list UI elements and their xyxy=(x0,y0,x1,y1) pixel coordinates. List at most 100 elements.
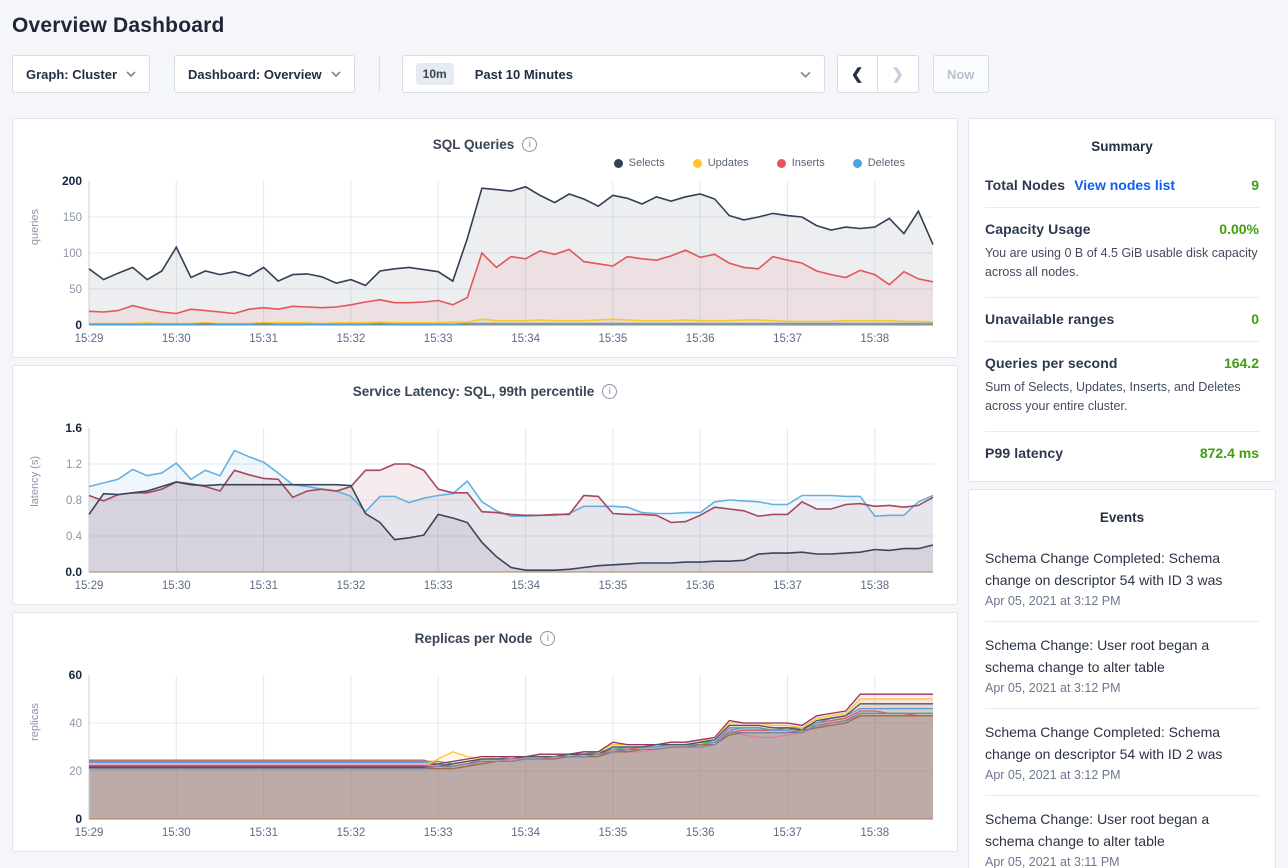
svg-text:15:29: 15:29 xyxy=(75,580,104,592)
now-button[interactable]: Now xyxy=(933,55,989,93)
chart-title: SQL Queries xyxy=(433,137,515,152)
chart-card-service-latency: Service Latency: SQL, 99th percentile i … xyxy=(12,365,958,605)
svg-text:0.0: 0.0 xyxy=(65,565,82,579)
svg-text:15:36: 15:36 xyxy=(686,827,715,839)
svg-text:60: 60 xyxy=(69,668,83,682)
svg-text:15:29: 15:29 xyxy=(75,827,104,839)
summary-title: Summary xyxy=(985,131,1259,164)
chart-legend xyxy=(13,400,957,420)
legend-item-updates[interactable]: Updates xyxy=(693,157,749,169)
summary-row-label: Queries per second xyxy=(985,355,1118,371)
svg-text:15:31: 15:31 xyxy=(249,580,278,592)
svg-text:15:29: 15:29 xyxy=(75,333,104,345)
overview-dashboard-page: Overview Dashboard Graph: Cluster Dashbo… xyxy=(0,0,1288,868)
summary-row-value: 9 xyxy=(1251,177,1259,193)
summary-row-label: P99 latency xyxy=(985,445,1063,461)
svg-text:15:35: 15:35 xyxy=(599,333,628,345)
legend-item-inserts[interactable]: Inserts xyxy=(777,157,825,169)
svg-text:15:36: 15:36 xyxy=(686,580,715,592)
y-axis-label: latency (s) xyxy=(29,456,41,507)
svg-text:15:36: 15:36 xyxy=(686,333,715,345)
svg-text:15:33: 15:33 xyxy=(424,580,453,592)
svg-text:0.4: 0.4 xyxy=(66,531,83,543)
svg-text:15:38: 15:38 xyxy=(860,827,889,839)
charts-column: SQL Queries i Selects Updates Inserts Delet… xyxy=(12,118,958,868)
chevron-down-icon xyxy=(126,71,136,77)
chevron-down-icon xyxy=(800,71,811,78)
event-text: Schema Change Completed: Schema change o… xyxy=(985,721,1259,765)
next-range-button[interactable]: ❯ xyxy=(878,56,918,92)
time-pager: ❮ ❯ xyxy=(837,55,919,93)
sql-queries-chart[interactable]: 15:2915:3015:3115:3215:3315:3415:3515:36… xyxy=(43,173,943,351)
event-item: Schema Change Completed: Schema change o… xyxy=(985,709,1259,796)
svg-text:15:38: 15:38 xyxy=(860,333,889,345)
svg-text:15:33: 15:33 xyxy=(424,333,453,345)
toolbar-divider xyxy=(379,56,380,92)
time-range-selector[interactable]: 10m Past 10 Minutes xyxy=(402,55,825,93)
summary-row-link[interactable]: View nodes list xyxy=(1074,177,1175,193)
svg-text:1.2: 1.2 xyxy=(66,459,82,471)
svg-text:15:31: 15:31 xyxy=(249,827,278,839)
summary-row-caption: You are using 0 B of 4.5 GiB usable disk… xyxy=(985,244,1259,283)
event-timestamp: Apr 05, 2021 at 3:11 PM xyxy=(985,855,1259,868)
summary-row: Total Nodes View nodes list 9 xyxy=(985,164,1259,208)
svg-text:15:32: 15:32 xyxy=(337,827,366,839)
chart-card-replicas-per-node: Replicas per Node i replicas 15:2915:301… xyxy=(12,612,958,852)
svg-text:15:30: 15:30 xyxy=(162,580,191,592)
dashboard-dropdown[interactable]: Dashboard: Overview xyxy=(174,55,355,93)
graph-dropdown-label: Graph: Cluster xyxy=(26,67,117,82)
summary-row: P99 latency 872.4 ms xyxy=(985,432,1259,475)
svg-text:150: 150 xyxy=(63,212,82,224)
summary-row-value: 0 xyxy=(1251,311,1259,327)
time-range-label: Past 10 Minutes xyxy=(475,67,573,82)
summary-rows: Total Nodes View nodes list 9 Capacity U… xyxy=(985,164,1259,475)
summary-row-value: 872.4 ms xyxy=(1200,445,1259,461)
svg-text:15:34: 15:34 xyxy=(511,827,540,839)
service-latency-chart[interactable]: 15:29 15:30 15:31 15:32 15:33 15:34 15:35 15:36… xyxy=(43,420,943,598)
svg-text:200: 200 xyxy=(62,174,82,188)
summary-row-caption: Sum of Selects, Updates, Inserts, and De… xyxy=(985,378,1259,417)
chart-legend: Selects Updates Inserts Deletes xyxy=(13,153,957,173)
graph-dropdown[interactable]: Graph: Cluster xyxy=(12,55,150,93)
event-items: Schema Change Completed: Schema change o… xyxy=(985,535,1259,868)
summary-row-label: Capacity Usage xyxy=(985,221,1091,237)
summary-row-label: Unavailable ranges xyxy=(985,311,1114,327)
legend-dot-icon xyxy=(614,159,623,168)
svg-text:15:30: 15:30 xyxy=(162,333,191,345)
summary-row-value: 164.2 xyxy=(1224,355,1259,371)
svg-text:100: 100 xyxy=(63,248,82,260)
legend-item-selects[interactable]: Selects xyxy=(614,157,665,169)
chevron-down-icon xyxy=(331,71,341,77)
info-icon[interactable]: i xyxy=(602,384,617,399)
svg-text:20: 20 xyxy=(69,766,82,778)
legend-dot-icon xyxy=(853,159,862,168)
svg-text:15:35: 15:35 xyxy=(599,580,628,592)
summary-row: Capacity Usage 0.00% You are using 0 B o… xyxy=(985,208,1259,298)
svg-text:15:37: 15:37 xyxy=(773,333,802,345)
prev-range-button[interactable]: ❮ xyxy=(838,56,878,92)
svg-text:15:34: 15:34 xyxy=(511,580,540,592)
info-icon[interactable]: i xyxy=(540,631,555,646)
event-timestamp: Apr 05, 2021 at 3:12 PM xyxy=(985,594,1259,608)
chart-card-sql-queries: SQL Queries i Selects Updates Inserts Delet… xyxy=(12,118,958,358)
events-title: Events xyxy=(985,502,1259,535)
main-content: SQL Queries i Selects Updates Inserts Delet… xyxy=(12,118,1276,868)
chart-title: Service Latency: SQL, 99th percentile xyxy=(353,384,595,399)
svg-text:15:34: 15:34 xyxy=(511,333,540,345)
legend-dot-icon xyxy=(693,159,702,168)
sidebar: Summary Total Nodes View nodes list 9 Ca… xyxy=(968,118,1276,868)
chart-legend xyxy=(13,647,957,667)
replicas-per-node-chart[interactable]: 15:2915:3015:3115:3215:3315:3415:3515:36… xyxy=(43,667,943,845)
svg-text:0: 0 xyxy=(75,318,82,332)
info-icon[interactable]: i xyxy=(522,137,537,152)
svg-text:1.6: 1.6 xyxy=(65,421,82,435)
summary-panel: Summary Total Nodes View nodes list 9 Ca… xyxy=(968,118,1276,482)
event-text: Schema Change: User root began a schema … xyxy=(985,808,1259,852)
legend-item-deletes[interactable]: Deletes xyxy=(853,157,905,169)
svg-text:15:32: 15:32 xyxy=(337,580,366,592)
event-text: Schema Change Completed: Schema change o… xyxy=(985,547,1259,591)
page-title: Overview Dashboard xyxy=(12,0,1276,54)
svg-text:15:38: 15:38 xyxy=(860,580,889,592)
event-timestamp: Apr 05, 2021 at 3:12 PM xyxy=(985,768,1259,782)
summary-row: Unavailable ranges 0 xyxy=(985,298,1259,342)
